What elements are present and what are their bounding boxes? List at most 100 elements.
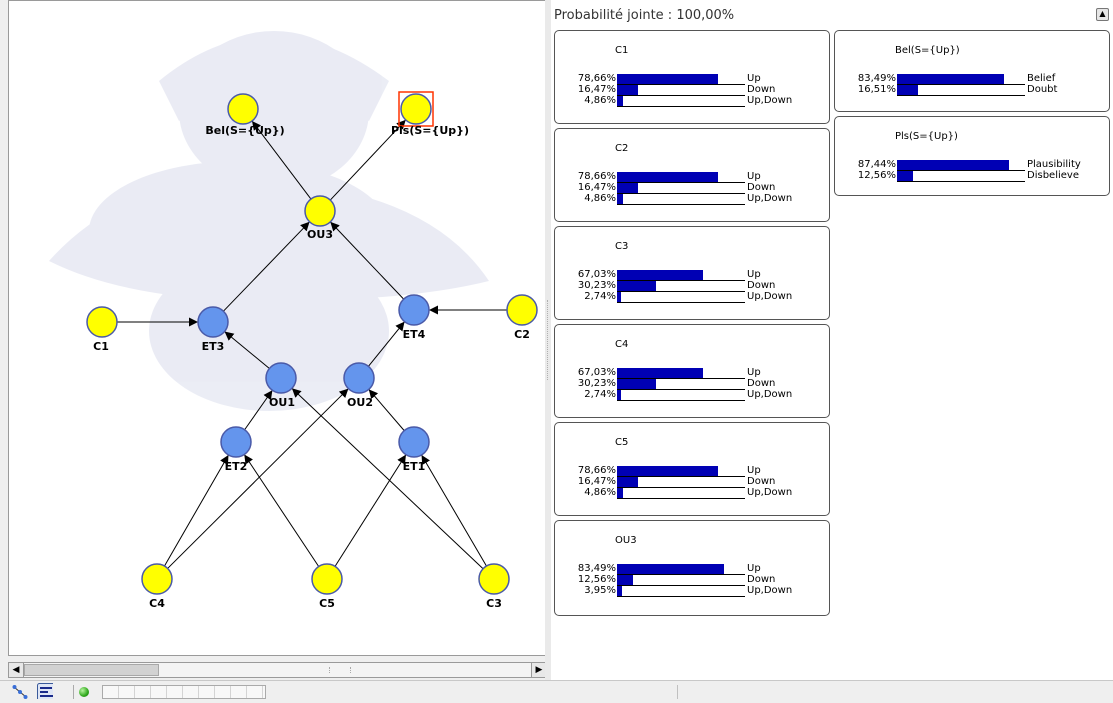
edge-et1-to-ou2[interactable] bbox=[368, 389, 405, 431]
probability-bar bbox=[617, 270, 703, 280]
node-circle[interactable] bbox=[343, 362, 375, 394]
probability-bar-track bbox=[617, 193, 745, 205]
probability-bar bbox=[617, 575, 633, 585]
node-circle[interactable] bbox=[311, 563, 343, 595]
node-circle[interactable] bbox=[86, 306, 118, 338]
node-label: C4 bbox=[149, 597, 165, 610]
node-label: Bel(S={Up}) bbox=[205, 124, 284, 137]
node-c2[interactable]: C2 bbox=[506, 294, 538, 341]
monitor-view-icon[interactable] bbox=[37, 683, 53, 699]
probability-bar-track bbox=[617, 389, 745, 401]
monitor-c1[interactable]: C1 78,66% Up 16,47% Down 4,86% Up,Down bbox=[554, 30, 830, 124]
node-c5[interactable]: C5 bbox=[311, 563, 343, 610]
node-et2[interactable]: ET2 bbox=[220, 426, 252, 473]
node-circle[interactable] bbox=[220, 426, 252, 458]
probability-bar-track bbox=[897, 84, 1025, 96]
node-circle[interactable] bbox=[304, 195, 336, 227]
node-c4[interactable]: C4 bbox=[141, 563, 173, 610]
node-label: OU1 bbox=[269, 396, 295, 409]
monitor-pane-header: Probabilité jointe : 100,00% ▲ bbox=[551, 0, 1113, 26]
node-circle[interactable] bbox=[197, 306, 229, 338]
node-circle[interactable] bbox=[478, 563, 510, 595]
edge-c5-to-et2[interactable] bbox=[243, 454, 320, 567]
network-view-icon[interactable] bbox=[12, 684, 28, 700]
probability-bar bbox=[617, 466, 718, 476]
node-et1[interactable]: ET1 bbox=[398, 426, 430, 473]
status-separator bbox=[677, 685, 678, 699]
node-et3[interactable]: ET3 bbox=[197, 306, 229, 353]
node-ou2[interactable]: OU2 bbox=[343, 362, 375, 409]
probability-bar bbox=[617, 183, 638, 193]
node-circle[interactable] bbox=[398, 426, 430, 458]
node-ou1[interactable]: OU1 bbox=[265, 362, 297, 409]
node-c1[interactable]: C1 bbox=[86, 306, 118, 353]
node-circle[interactable] bbox=[506, 294, 538, 326]
probability-value: 2,74% bbox=[584, 389, 616, 400]
network-graph-pane[interactable]: Bel(S={Up}) Pls(S={Up}) OU3 C1 ET3 ET4 C2 OU1 OU… bbox=[8, 0, 547, 656]
collapse-icon[interactable]: ▲ bbox=[1096, 8, 1109, 21]
probability-value: 16,51% bbox=[857, 84, 896, 95]
status-bar bbox=[0, 680, 1113, 703]
edge-c3-to-et1[interactable] bbox=[421, 454, 487, 567]
monitor-row: 2,74% Up,Down bbox=[555, 291, 831, 303]
node-label: OU2 bbox=[347, 396, 373, 409]
probability-bar-track bbox=[617, 585, 745, 597]
scrollbar-thumb[interactable] bbox=[24, 664, 159, 676]
monitor-title: Bel(S={Up}) bbox=[895, 45, 960, 56]
probability-bar-track bbox=[617, 95, 745, 107]
node-circle[interactable] bbox=[265, 362, 297, 394]
probability-value: 4,86% bbox=[584, 95, 616, 106]
state-label: Up,Down bbox=[747, 389, 793, 400]
state-label: Disbelieve bbox=[1027, 170, 1079, 181]
monitor-c3[interactable]: C3 67,03% Up 30,23% Down 2,74% Up,Down bbox=[554, 226, 830, 320]
scroll-left-icon[interactable]: ◀ bbox=[9, 663, 24, 677]
node-label: C5 bbox=[319, 597, 335, 610]
monitor-title: C2 bbox=[615, 143, 629, 154]
monitor-row: 3,95% Up,Down bbox=[555, 585, 831, 597]
status-led-icon bbox=[79, 687, 89, 697]
network-graph-canvas[interactable]: Bel(S={Up}) Pls(S={Up}) OU3 C1 ET3 ET4 C2 OU1 OU… bbox=[9, 1, 547, 656]
monitor-row: 4,86% Up,Down bbox=[555, 193, 831, 205]
monitor-title: C5 bbox=[615, 437, 629, 448]
node-label: ET3 bbox=[202, 340, 225, 353]
edge-c5-to-et1[interactable] bbox=[334, 454, 407, 567]
probability-value: 4,86% bbox=[584, 193, 616, 204]
node-circle[interactable] bbox=[141, 563, 173, 595]
node-et4[interactable]: ET4 bbox=[398, 294, 430, 341]
node-circle[interactable] bbox=[227, 93, 259, 125]
monitor-ou3[interactable]: OU3 83,49% Up 12,56% Down 3,95% Up,Down bbox=[554, 520, 830, 616]
monitor-row: 4,86% Up,Down bbox=[555, 95, 831, 107]
probability-bar bbox=[897, 171, 913, 181]
node-c3[interactable]: C3 bbox=[478, 563, 510, 610]
probability-bar bbox=[617, 477, 638, 487]
probability-bar bbox=[617, 379, 656, 389]
probability-value: 12,56% bbox=[857, 170, 896, 181]
state-label: Up,Down bbox=[747, 585, 793, 596]
state-label: Up,Down bbox=[747, 193, 793, 204]
monitor-c5[interactable]: C5 78,66% Up 16,47% Down 4,86% Up,Down bbox=[554, 422, 830, 516]
probability-bar bbox=[617, 292, 621, 302]
node-pls[interactable]: Pls(S={Up}) bbox=[391, 91, 469, 137]
scrollbar-grip bbox=[329, 667, 351, 673]
node-circle[interactable] bbox=[398, 294, 430, 326]
monitor-pls-s-up-[interactable]: Pls(S={Up}) 87,44% Plausibility 12,56% Disbe… bbox=[834, 116, 1110, 196]
monitor-c4[interactable]: C4 67,03% Up 30,23% Down 2,74% Up,Down bbox=[554, 324, 830, 418]
edge-c3-to-ou1[interactable] bbox=[291, 387, 484, 570]
probability-bar-track bbox=[617, 291, 745, 303]
monitor-pane: Probabilité jointe : 100,00% ▲ C1 78,66% U… bbox=[551, 0, 1113, 680]
monitor-row: 12,56% Disbelieve bbox=[835, 170, 1111, 182]
node-label: ET4 bbox=[403, 328, 426, 341]
monitor-c2[interactable]: C2 78,66% Up 16,47% Down 4,86% Up,Down bbox=[554, 128, 830, 222]
probability-bar-track bbox=[897, 170, 1025, 182]
monitor-bel-s-up-[interactable]: Bel(S={Up}) 83,49% Belief 16,51% Doubt bbox=[834, 30, 1110, 112]
probability-bar bbox=[617, 194, 623, 204]
probability-bar bbox=[617, 85, 638, 95]
node-ou3[interactable]: OU3 bbox=[304, 195, 336, 241]
edge-c4-to-et2[interactable] bbox=[164, 454, 229, 567]
scroll-right-icon[interactable]: ▶ bbox=[531, 663, 546, 677]
horizontal-scrollbar[interactable]: ◀ ▶ bbox=[8, 662, 547, 678]
monitor-row: 2,74% Up,Down bbox=[555, 389, 831, 401]
node-label: OU3 bbox=[307, 228, 333, 241]
monitor-title: Pls(S={Up}) bbox=[895, 131, 958, 142]
node-circle[interactable] bbox=[400, 93, 432, 125]
